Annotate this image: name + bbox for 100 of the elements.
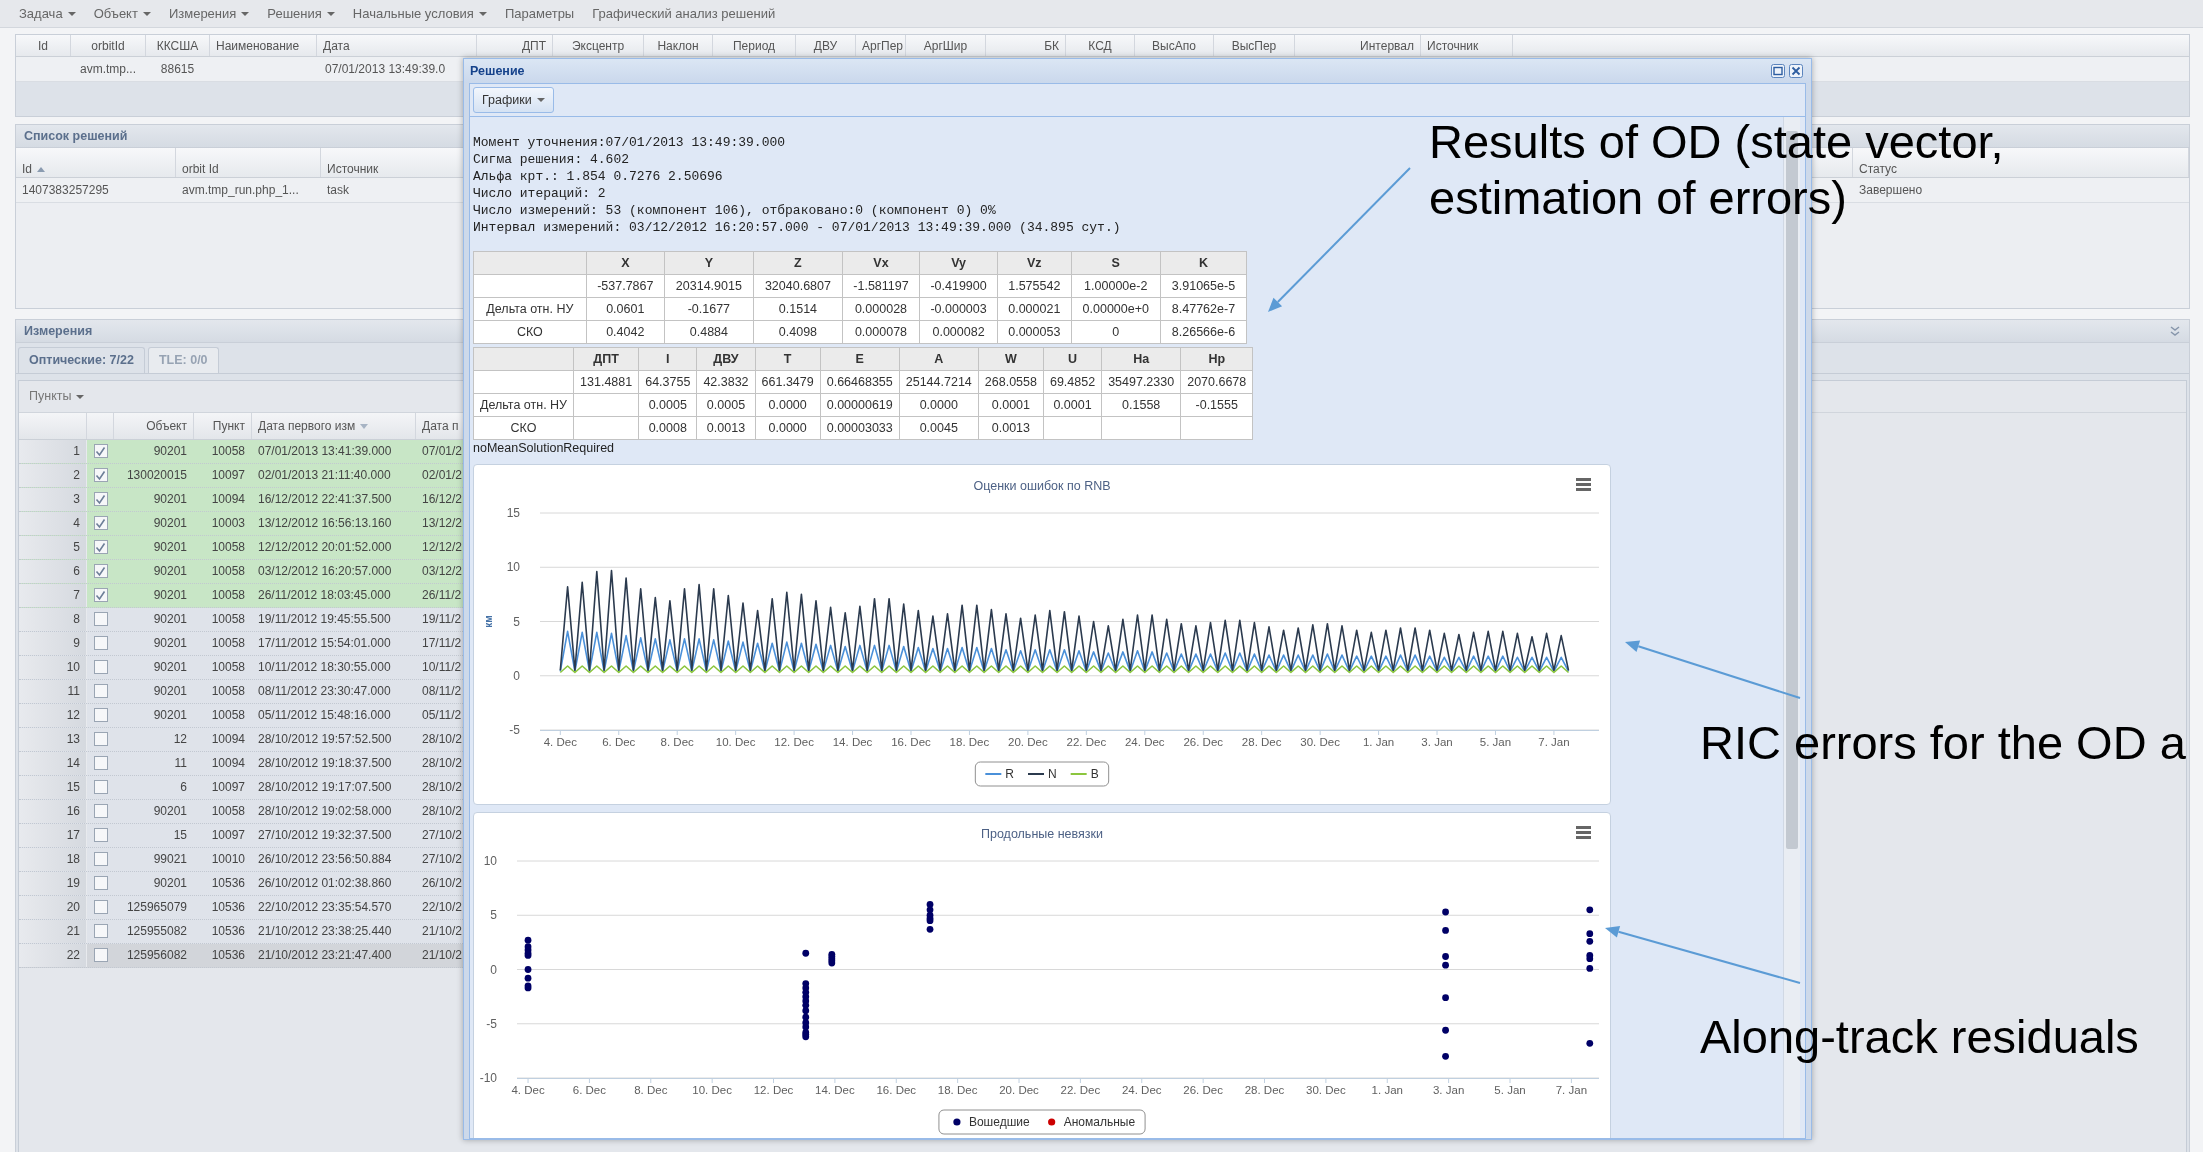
table-cell-text: 90201 — [152, 874, 188, 892]
table-cell-text: 90201 — [152, 706, 188, 724]
table-cell-text: 90201 — [152, 514, 188, 532]
table-cell-text: 03/12/2 — [421, 562, 464, 580]
table-cell: 3.91065e-5 — [1160, 274, 1247, 298]
table-cell: 35497.2330 — [1101, 370, 1181, 394]
table-cell-text: 125956082 — [125, 946, 188, 964]
column-header: A — [899, 347, 979, 371]
table-cell-text: 10058 — [210, 658, 246, 676]
row-number: 2 — [19, 463, 87, 487]
row-number: 5 — [19, 535, 87, 559]
table-cell-text: 90201 — [152, 442, 188, 460]
table-cell-text: 88615 — [159, 61, 196, 78]
table-cell-text: 6 — [179, 778, 188, 796]
axis-label: 30. Dec — [1300, 736, 1340, 748]
row-number: 19 — [19, 871, 87, 895]
table-cell-text: 21/10/2 — [421, 946, 464, 964]
table-cell: -0.1677 — [664, 297, 754, 321]
table-cell: 0.1558 — [1101, 393, 1181, 417]
table-cell-text: 90201 — [152, 634, 188, 652]
axis-label: 10 — [483, 854, 497, 868]
table-cell-text: 17/11/2 — [421, 634, 463, 652]
row-number: 13 — [19, 727, 87, 751]
table-cell-text: 28/10/2 — [421, 730, 464, 748]
row-number: 21 — [19, 919, 87, 943]
table-cell-text: 10003 — [210, 514, 246, 532]
axis-label: 3. Jan — [1432, 1084, 1465, 1096]
table-cell: 0.0005 — [638, 393, 697, 417]
table-cell-text: 90201 — [152, 538, 188, 556]
axis-label: 20. Dec — [1008, 736, 1048, 748]
table-cell-text: 08/11/2012 23:30:47.000 — [257, 682, 392, 700]
column-header: Vz — [997, 251, 1071, 275]
axis-label: 18. Dec — [949, 736, 990, 748]
axis-label: 6. Dec — [602, 736, 636, 748]
axis-label: 30. Dec — [1306, 1084, 1346, 1096]
table-cell: 32040.6807 — [753, 274, 843, 298]
axis-label: 28. Dec — [1241, 736, 1282, 748]
axis-label: 14. Dec — [832, 736, 873, 748]
table-cell: 0.0601 — [586, 297, 665, 321]
axis-label: 16. Dec — [876, 1084, 917, 1096]
table-cell-text: 12/12/2 — [421, 538, 464, 556]
table-cell-text: 10/11/2 — [421, 658, 463, 676]
axis-label: 0 — [490, 962, 497, 977]
table-cell: -0.419900 — [919, 274, 998, 298]
info-line: Число итераций: 2 — [473, 185, 606, 202]
axis-label: 12. Dec — [753, 1084, 794, 1096]
row-number: 8 — [19, 607, 87, 631]
axis-label: 10. Dec — [715, 736, 756, 748]
table-cell-text: 90201 — [152, 658, 188, 676]
table-cell-text: 19/11/2 — [421, 610, 463, 628]
axis-label: 7. Jan — [1555, 1084, 1588, 1096]
table-cell-text: 10058 — [210, 538, 246, 556]
table-cell: 0.000021 — [997, 297, 1071, 321]
table-cell: 0.0000 — [755, 416, 821, 440]
row-number: 10 — [19, 655, 87, 679]
table-cell-text: 28/10/2012 19:02:58.000 — [257, 802, 393, 820]
table-cell-text: 28/10/2012 19:18:37.500 — [257, 754, 393, 772]
axis-label: 15 — [506, 506, 520, 520]
axis-label: -10 — [479, 1071, 497, 1085]
table-cell: 0.0001 — [1043, 393, 1102, 417]
table-cell-text: 28/10/2 — [421, 778, 464, 796]
row-label: Дельта отн. НУ — [473, 297, 587, 321]
row-number: 12 — [19, 703, 87, 727]
table-cell-text: 02/01/2 — [421, 466, 464, 484]
column-header: Z — [753, 251, 843, 275]
axis-label: 5. Jan — [1479, 736, 1512, 748]
table-cell-text: 27/10/2 — [421, 850, 464, 868]
row-number: 1 — [19, 439, 87, 463]
table-cell-text: 28/10/2 — [421, 754, 464, 772]
column-header: Y — [664, 251, 754, 275]
column-header: S — [1071, 251, 1161, 275]
table-cell: 0.0045 — [899, 416, 979, 440]
table-cell-text: 28/10/2012 19:57:52.500 — [257, 730, 393, 748]
table-cell-text: 28/10/2012 19:17:07.500 — [257, 778, 393, 796]
table-cell-text: 90201 — [152, 490, 188, 508]
table-cell-text: 10058 — [210, 706, 246, 724]
table-cell: 0.000028 — [842, 297, 920, 321]
table-cell-text: 10058 — [210, 634, 246, 652]
table-cell-text: 90201 — [152, 586, 188, 604]
table-cell-text: 130020015 — [125, 466, 188, 484]
table-cell: 20314.9015 — [664, 274, 754, 298]
table-cell: 0.0005 — [696, 393, 756, 417]
table-cell-text: 21/10/2012 23:21:47.400 — [257, 946, 393, 964]
table-cell-text: 21/10/2012 23:38:25.440 — [257, 922, 393, 940]
column-header: X — [586, 251, 665, 275]
axis-label: 24. Dec — [1121, 1084, 1162, 1096]
table-cell: 131.4881 — [573, 370, 639, 394]
table-cell-text: 26/10/2012 23:56:50.884 — [257, 850, 393, 868]
annotation-text: Along-track residuals — [1700, 1009, 2139, 1065]
panel-title: Список решений — [24, 127, 128, 145]
table-cell-text: 02/01/2013 21:11:40.000 — [257, 466, 392, 484]
table-cell-text: 13/12/2 — [421, 514, 464, 532]
table-cell-text: 12 — [172, 730, 188, 748]
table-cell-text: task — [326, 182, 350, 199]
table-cell: 0.00000619 — [820, 393, 900, 417]
row-number: 18 — [19, 847, 87, 871]
table-cell-text: 10536 — [210, 922, 246, 940]
table-cell-text: 05/11/2 — [421, 706, 463, 724]
table-cell-text: 12/12/2012 20:01:52.000 — [257, 538, 393, 556]
chart-title: Оценки ошибок по RNB — [973, 479, 1111, 493]
